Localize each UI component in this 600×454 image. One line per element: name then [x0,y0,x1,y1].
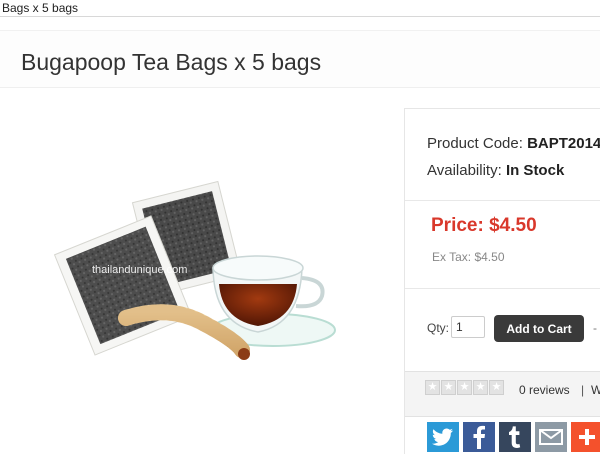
price: Price: $4.50 [431,215,537,236]
availability-label: Availability: [427,162,502,179]
page-header: Bugapoop Tea Bags x 5 bags [0,30,600,88]
product-photo: thailandunique.com [53,180,336,360]
reviews-link[interactable]: 0 reviews [519,383,570,397]
watermark-text: thailandunique.com [92,264,187,276]
product-code-row: Product Code: BAPT2014 [427,135,600,152]
star-icon: ★ [425,380,440,395]
add-to-cart-button[interactable]: Add to Cart [494,315,584,342]
rating-stars: ★ ★ ★ ★ ★ [425,380,504,395]
star-icon: ★ [457,380,472,395]
availability-row: Availability: In Stock [427,162,564,179]
product-image[interactable]: thailandunique.com [30,118,375,433]
ex-tax-price: Ex Tax: $4.50 [432,250,505,264]
qty-input[interactable] [451,316,485,338]
review-separator: | [581,383,585,397]
twitter-icon[interactable] [427,422,459,452]
qty-label: Qty: [427,321,450,335]
review-bar: ★ ★ ★ ★ ★ 0 reviews | W [405,371,600,417]
write-review-link[interactable]: W [591,383,600,397]
facebook-icon[interactable] [463,422,495,452]
divider [405,288,600,289]
availability-value: In Stock [505,162,565,179]
page-title: Bugapoop Tea Bags x 5 bags [21,49,322,75]
email-icon[interactable] [535,422,567,452]
product-info-panel: Product Code: BAPT2014 Availability: In … [404,108,600,454]
tab-title: Bags x 5 bags [2,1,79,15]
product-code-value: BAPT2014 [527,135,600,152]
divider [405,200,600,201]
star-icon: ★ [489,380,504,395]
more-icon[interactable] [571,422,600,452]
share-buttons [427,422,600,452]
separator-dash: - [593,321,597,335]
star-icon: ★ [473,380,488,395]
tumblr-icon[interactable] [499,422,531,452]
browser-title-bar: Bags x 5 bags [0,0,600,17]
product-code-label: Product Code: [427,135,523,152]
star-icon: ★ [441,380,456,395]
